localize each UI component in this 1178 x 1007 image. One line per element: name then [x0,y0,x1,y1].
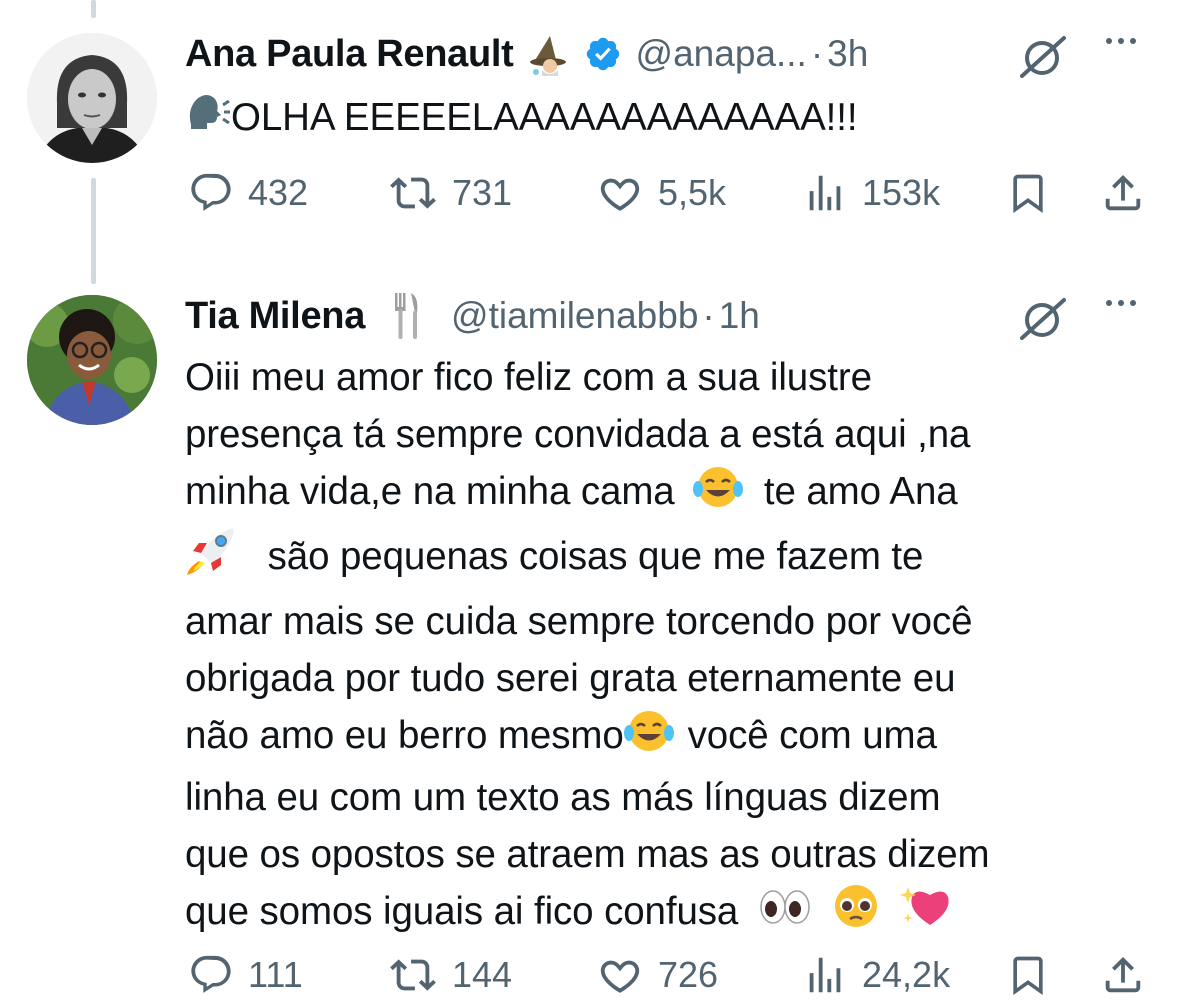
verified-badge-icon [584,35,622,73]
tweet-text-line: obrigada por tudo serei grata eternament… [185,657,956,700]
avatar[interactable] [27,33,157,163]
avatar[interactable] [27,295,157,425]
tweet-text-line: são pequenas coisas que me fazem te [185,525,1148,593]
tweet-header: Ana Paula Renault @anapa... · 3h [185,24,1158,84]
timestamp[interactable]: 1h [719,295,760,337]
tweet-text-segment: minha vida,e na minha cama [185,470,675,514]
pleading-face-emoji-icon [831,883,881,945]
tweet-text-line: OLHA EEEEELAAAAAAAAAAAAA!!! [185,89,1148,149]
views-icon [809,957,841,993]
reply-button[interactable]: 432 [188,168,308,218]
tweet-actions: 432 731 5,5k 153k [188,168,1148,218]
display-name[interactable]: Ana Paula Renault [185,33,514,76]
tweet-text-line: que os opostos se atraem mas as outras d… [185,833,990,876]
more-options-icon[interactable] [1106,38,1136,44]
like-button[interactable]: 5,5k [596,168,726,218]
view-count: 24,2k [862,954,951,995]
separator-dot: · [702,295,715,336]
tweet-text-line: Oiii meu amor fico feliz com a sua ilust… [185,356,872,399]
view-count: 153k [862,172,941,213]
share-button[interactable] [1100,168,1146,218]
thread-line-connector [91,178,96,284]
retweet-button[interactable]: 731 [388,168,512,218]
tweet-text-line: minha vida,e na minha cama te amo Ana [185,463,1148,525]
user-handle[interactable]: @anapa... [636,33,807,75]
tweet-text: Oiii meu amor fico feliz com a sua ilust… [185,349,1148,945]
grok-icon[interactable] [1014,34,1070,83]
tweet-text-line: presença tá sempre convidada a está aqui… [185,413,971,456]
tweet-text-segment: que somos iguais ai fico confusa [185,890,739,934]
bookmark-button[interactable] [1006,950,1050,1000]
user-handle[interactable]: @tiamilenabbb [451,295,698,337]
reply-count: 432 [248,172,309,213]
bookmark-icon [1013,956,1043,996]
like-count: 5,5k [658,172,727,213]
tweet-text-line: amar mais se cuida sempre torcendo por v… [185,600,973,643]
heart-icon [600,960,640,993]
share-icon [1105,956,1141,993]
reply-icon [191,955,231,993]
tweet-text-segment: são pequenas coisas que me fazem te [267,535,924,579]
reply-icon [191,173,231,211]
like-button[interactable]: 726 [596,950,718,1000]
timestamp[interactable]: 3h [827,33,868,75]
tweet-text-segment: não amo eu berro mesmo [185,714,624,758]
bookmark-icon [1013,174,1043,214]
bookmark-button[interactable] [1006,168,1050,218]
tweet-text-segment: você com uma [687,714,937,758]
grok-icon[interactable] [1014,296,1070,345]
share-icon [1105,174,1141,211]
tweet-text-line: linha eu com um texto as más línguas diz… [185,776,941,819]
retweet-count: 731 [452,172,513,213]
share-button[interactable] [1100,950,1146,1000]
sparkling-heart-emoji-icon [900,883,952,945]
tweet-actions: 111 144 726 24,2k [188,950,1148,1000]
tweet-text-segment: te amo Ana [763,470,958,514]
more-options-icon[interactable] [1106,300,1136,306]
retweet-icon [390,959,436,991]
reply-button[interactable]: 111 [188,950,303,1000]
mage-emoji-icon [526,32,570,76]
tweet-text-line: que somos iguais ai fico confusa [185,883,1148,945]
reply-count: 111 [248,954,303,995]
thread-line-top [91,0,96,18]
rocket-emoji-icon [185,525,239,593]
tweet-text: OLHA EEEEELAAAAAAAAAAAAA!!! [185,89,1148,149]
views-button[interactable]: 153k [802,168,940,218]
tweet-text-line: não amo eu berro mesmo você com uma [185,707,1148,769]
tears-of-joy-emoji-icon [693,463,744,525]
eyes-emoji-icon [757,886,813,943]
tweet-header: Tia Milena @tiamilenabbb · 1h [185,286,1158,346]
separator-dot: · [810,33,824,74]
display-name[interactable]: Tia Milena [185,295,365,338]
heart-icon [600,178,640,211]
views-icon [809,175,841,211]
retweet-count: 144 [452,954,513,995]
fork-and-knife-emoji-icon [391,291,421,341]
like-count: 726 [658,954,719,995]
retweet-icon [390,177,436,209]
tears-of-joy-emoji-icon [623,707,674,769]
retweet-button[interactable]: 144 [388,950,512,1000]
tweet-text-content: OLHA EEEEELAAAAAAAAAAAAA!!! [231,96,858,139]
views-button[interactable]: 24,2k [802,950,950,1000]
speaking-head-emoji-icon [185,91,231,149]
